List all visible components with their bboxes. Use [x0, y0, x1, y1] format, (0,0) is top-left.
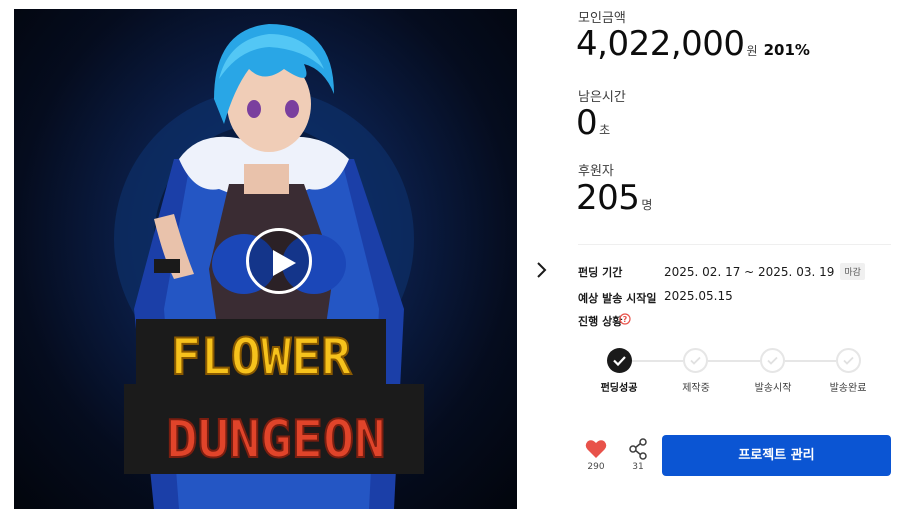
share-icon[interactable]	[628, 438, 648, 460]
step-funding-success	[607, 348, 632, 373]
manage-project-button[interactable]: 프로젝트 관리	[662, 435, 891, 476]
closed-badge: 마감	[840, 263, 865, 280]
step-label: 펀딩성공	[600, 383, 638, 394]
funding-amount: 4,022,000 원 201%	[576, 24, 810, 64]
step-label: 제작중	[682, 383, 710, 394]
section-divider	[578, 244, 891, 245]
step-label: 발송시작	[754, 383, 792, 394]
step-connector	[631, 360, 683, 362]
backers-unit: 명	[641, 198, 653, 212]
funding-period: 2025. 02. 17 ~ 2025. 03. 19 마감	[664, 263, 865, 280]
play-video-button[interactable]	[246, 228, 312, 294]
play-icon	[273, 250, 296, 276]
funding-amount-unit: 원	[746, 44, 758, 58]
step-shipping-started	[760, 348, 785, 373]
time-left-value: 0	[576, 103, 598, 143]
step-in-production	[683, 348, 708, 373]
help-icon[interactable]: ?	[619, 313, 631, 325]
check-icon	[767, 356, 778, 365]
ship-start-value: 2025.05.15	[664, 289, 733, 303]
time-left: 0초	[576, 103, 610, 143]
like-count: 290	[587, 462, 605, 472]
share-count: 31	[632, 462, 644, 472]
progress-label: 진행 상황	[578, 315, 623, 328]
time-left-unit: 초	[599, 123, 611, 137]
backers-value: 205	[576, 178, 640, 218]
funding-period-value: 2025. 02. 17 ~ 2025. 03. 19	[664, 265, 835, 279]
step-connector	[708, 360, 760, 362]
funding-period-label: 펀딩 기간	[578, 266, 623, 279]
backers: 205 명	[576, 178, 652, 218]
step-label: 발송완료	[829, 383, 867, 394]
funding-rate: 201%	[763, 41, 810, 59]
check-icon	[690, 356, 701, 365]
check-icon	[843, 356, 854, 365]
svg-text:?: ?	[623, 315, 628, 324]
svg-text:FLOWER: FLOWER	[171, 328, 353, 386]
step-connector	[785, 360, 836, 362]
step-shipping-complete	[836, 348, 861, 373]
ship-start-label: 예상 발송 시작일	[578, 292, 657, 305]
chevron-right-icon[interactable]	[533, 260, 549, 280]
funding-amount-value: 4,022,000	[576, 24, 745, 64]
project-thumbnail[interactable]: FLOWER DUNGEON	[14, 9, 517, 509]
check-icon	[613, 356, 626, 367]
heart-icon[interactable]	[585, 439, 607, 459]
backers-label: 후원자	[578, 164, 614, 179]
svg-text:DUNGEON: DUNGEON	[166, 410, 385, 470]
